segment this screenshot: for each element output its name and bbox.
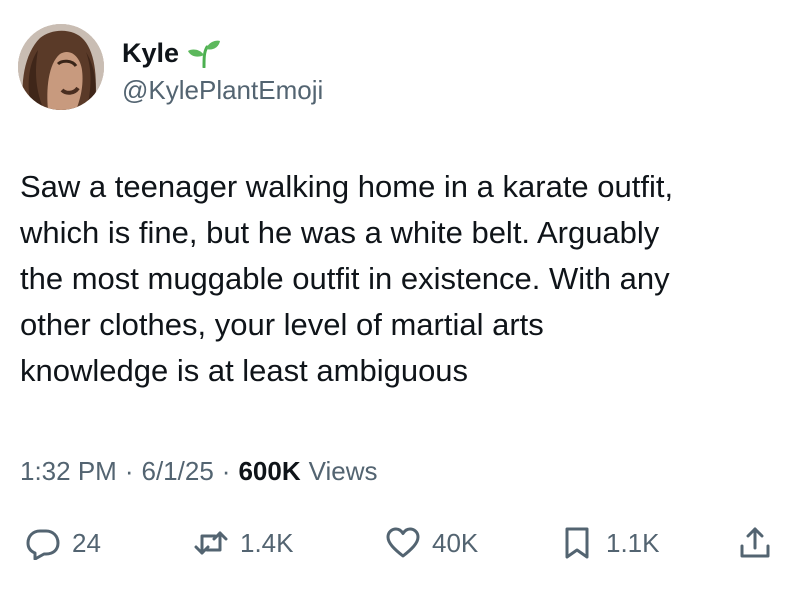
sprout-icon bbox=[187, 38, 221, 69]
tweet-time[interactable]: 1:32 PM bbox=[20, 455, 117, 487]
reply-button[interactable]: 24 bbox=[26, 518, 101, 568]
avatar-image bbox=[18, 24, 104, 110]
meta-separator: · bbox=[124, 456, 134, 486]
bookmark-button[interactable]: 1.1K bbox=[560, 518, 660, 568]
tweet-card: Kyle @KylePlantEmoji Saw a teenager walk… bbox=[0, 0, 800, 600]
reply-icon bbox=[26, 526, 60, 561]
share-button[interactable] bbox=[738, 518, 772, 568]
reply-count: 24 bbox=[72, 528, 101, 558]
like-count: 40K bbox=[432, 528, 479, 558]
tweet-text: Saw a teenager walking home in a karate … bbox=[20, 169, 674, 388]
views-label: Views bbox=[308, 456, 378, 486]
share-icon bbox=[738, 526, 772, 560]
action-bar: 24 1.4K 40K 1.1K bbox=[0, 518, 800, 568]
bookmark-icon bbox=[560, 526, 594, 560]
like-button[interactable]: 40K bbox=[386, 518, 478, 568]
bookmark-count: 1.1K bbox=[606, 528, 660, 558]
avatar[interactable] bbox=[18, 24, 104, 110]
retweet-button[interactable]: 1.4K bbox=[194, 518, 294, 568]
retweet-count: 1.4K bbox=[240, 528, 294, 558]
retweet-icon bbox=[194, 526, 228, 560]
author-handle[interactable]: @KylePlantEmoji bbox=[122, 74, 323, 106]
meta-separator: · bbox=[221, 456, 231, 486]
heart-icon bbox=[386, 526, 420, 560]
author-name[interactable]: Kyle bbox=[122, 36, 179, 70]
views-count[interactable]: 600K bbox=[238, 455, 300, 487]
tweet-meta: 1:32 PM · 6/1/25 · 600K Views bbox=[20, 455, 378, 487]
author-name-row[interactable]: Kyle bbox=[122, 36, 221, 70]
tweet-date[interactable]: 6/1/25 bbox=[142, 455, 214, 487]
